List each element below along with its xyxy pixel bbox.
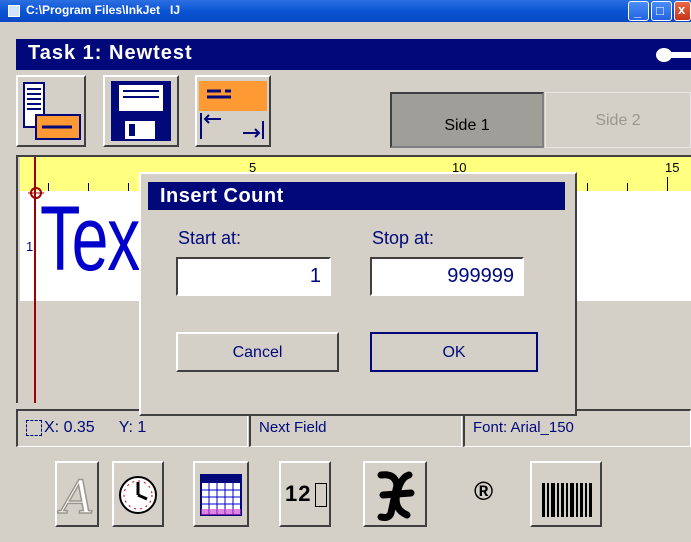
x-position: X: 0.35 [44,419,95,436]
registered-icon[interactable]: ® [474,476,493,507]
insert-barcode-button[interactable] [530,461,602,527]
insert-text-button[interactable]: A [55,461,99,527]
start-at-label: Start at: [178,228,242,248]
key-icon[interactable] [656,48,691,62]
svg-text:A: A [57,470,94,524]
insert-time-button[interactable] [112,461,164,527]
counter-icon: 12 [285,481,312,506]
message-properties-button[interactable] [16,75,86,147]
ok-button[interactable]: OK [370,332,538,372]
save-disk-icon [111,81,171,141]
calendar-icon [200,474,242,516]
layout-spacing-icon [199,81,267,139]
close-button[interactable]: x [674,1,691,21]
window-title: C:\Program Files\InkJet IJ [26,3,181,17]
task-header: Task 1: Newtest [16,39,691,70]
app-icon [8,5,20,17]
clock-icon [119,476,157,514]
stop-at-input[interactable]: 999999 [370,257,524,296]
window-title-bar: C:\Program Files\InkJet IJ _ □ x [0,0,691,22]
insert-script-button[interactable] [363,461,427,527]
text-document-icon [23,82,81,140]
task-title: Task 1: Newtest [28,42,193,64]
minimize-button[interactable]: _ [628,1,649,21]
stop-at-label: Stop at: [372,228,435,248]
maximize-button[interactable]: □ [651,1,672,21]
cancel-button[interactable]: Cancel [176,332,339,372]
cursor-crosshair-icon [28,185,44,201]
message-text-field[interactable]: Tex [40,187,140,292]
y-position: Y: 1 [118,419,147,436]
layout-spacing-button[interactable] [195,75,271,147]
insert-date-button[interactable] [193,461,249,527]
tab-side-1[interactable]: Side 1 [390,92,544,148]
start-at-input[interactable]: 1 [176,257,331,296]
line-number: 1 [26,239,34,254]
text-font-icon: A [57,469,95,525]
save-button[interactable] [103,75,179,147]
ruler-label-15: 15 [665,160,680,175]
barcode-icon [542,483,592,517]
dialog-title: Insert Count [148,182,565,210]
insert-count-button[interactable]: 12 [279,461,331,527]
counter-digit-box [315,483,327,507]
tab-side-2[interactable]: Side 2 [545,92,691,148]
crosshair-icon [26,419,42,436]
script-x-icon [377,471,415,521]
